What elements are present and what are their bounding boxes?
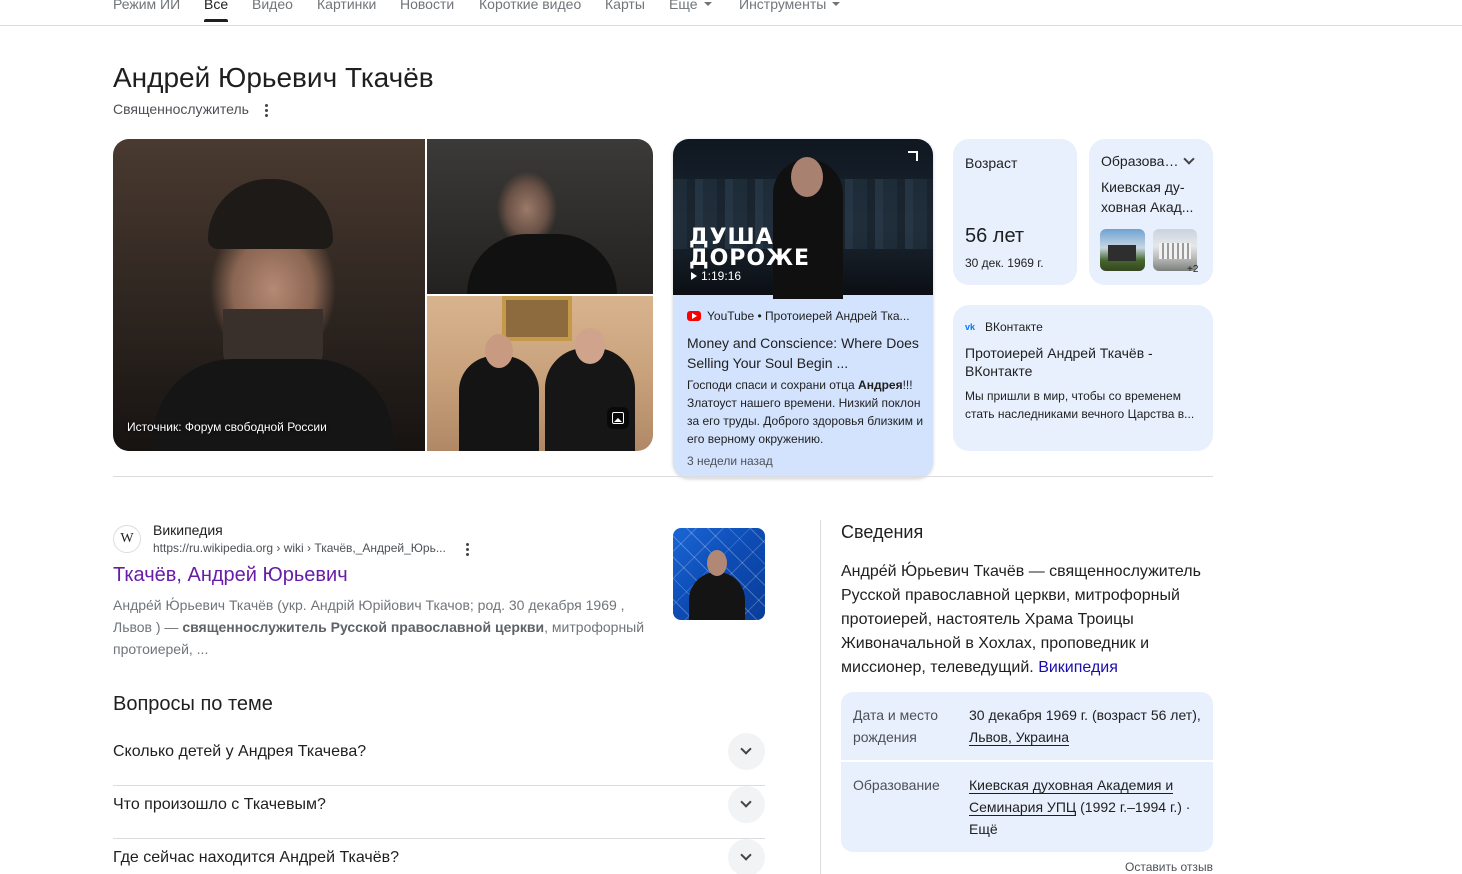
expand-icon[interactable] — [908, 151, 918, 161]
result-title-link[interactable]: Ткачёв, Андрей Юрьевич — [113, 564, 348, 587]
chevron-down-icon[interactable] — [1183, 153, 1195, 165]
tools-button[interactable]: Инструменты — [739, 0, 841, 12]
video-thumbnail-headline: ДУША ДОРОЖЕ — [689, 225, 811, 271]
expand-question-button[interactable] — [728, 839, 765, 874]
chevron-down-icon — [740, 796, 752, 808]
vk-source: vk ВКонтакте — [965, 320, 1043, 334]
caret-down-icon — [703, 2, 712, 6]
birthplace-link[interactable]: Львов, Украина — [969, 729, 1070, 746]
knowledge-panel-heading: Сведения — [841, 522, 924, 542]
image-gallery[interactable]: Источник: Форум свободной России — [113, 139, 653, 451]
vk-icon: vk — [965, 322, 976, 332]
video-thumbnail[interactable]: ДУША ДОРОЖЕ 1:19:16 — [673, 139, 933, 299]
divider — [113, 476, 1213, 477]
vk-title[interactable]: Протоиерей Андрей Ткачёв - ВКонтакте — [965, 344, 1201, 380]
education-thumbnail[interactable] — [1100, 229, 1145, 271]
fact-key-education: Образование — [853, 777, 940, 793]
more-images-count: +2 — [1187, 264, 1199, 275]
chevron-down-icon — [740, 849, 752, 861]
photo-top-right[interactable] — [427, 139, 653, 294]
tab-video[interactable]: Видео — [252, 0, 293, 12]
education-card[interactable]: Образование Киевская ду-ховная Акад... +… — [1089, 139, 1213, 285]
tab-ai-mode[interactable]: Режим ИИ — [113, 0, 180, 12]
knowledge-panel-description: Андре́й Ю́рьевич Ткачёв — священнослужит… — [841, 563, 1201, 676]
question-text: Где сейчас находится Андрей Ткачёв? — [113, 849, 400, 866]
main-photo[interactable]: Источник: Форум свободной России — [113, 139, 425, 451]
video-title[interactable]: Money and Conscience: Where Does Selling… — [687, 333, 923, 373]
vk-snippet: Мы пришли в мир, чтобы со временем стать… — [965, 389, 1195, 421]
expand-question-button[interactable] — [728, 786, 765, 823]
age-label: Возраст — [965, 155, 1018, 171]
video-duration: 1:19:16 — [691, 269, 741, 283]
entity-title: Андрей Юрьевич Ткачёв — [113, 62, 434, 93]
vk-card[interactable]: vk ВКонтакте Протоиерей Андрей Ткачёв - В… — [953, 305, 1213, 451]
age-value: 56 лет — [965, 225, 1025, 247]
tools-label: Инструменты — [739, 0, 827, 12]
result-snippet: Андре́й Ю́рьевич Ткачёв (укр. Андрій Юрі… — [113, 597, 645, 657]
result-thumbnail[interactable] — [673, 528, 765, 620]
tab-more-label: Еще — [669, 0, 698, 12]
wikipedia-icon: W — [113, 525, 141, 553]
related-questions-heading: Вопросы по теме — [113, 693, 273, 715]
more-options-icon[interactable] — [466, 543, 470, 557]
fact-value-birth: 30 декабря 1969 г. (возраст 56 лет), Льв… — [969, 707, 1201, 746]
video-card[interactable]: ДУША ДОРОЖЕ 1:19:16 YouTube • Протоиерей … — [673, 139, 933, 478]
expand-question-button[interactable] — [728, 733, 765, 770]
entity-subtitle: Священнослужитель — [113, 101, 249, 117]
wikipedia-link[interactable]: Википедия — [1038, 659, 1118, 676]
play-icon — [691, 272, 697, 280]
question-item[interactable]: Что произошло с Ткачевым? — [113, 786, 765, 839]
birth-date: 30 дек. 1969 г. — [965, 256, 1044, 270]
feedback-link[interactable]: Оставить отзыв — [1125, 860, 1213, 874]
question-text: Сколько детей у Андрея Ткачева? — [113, 743, 367, 760]
question-item[interactable]: Где сейчас находится Андрей Ткачёв? — [113, 839, 765, 874]
image-source-caption: Источник: Форум свободной России — [127, 420, 327, 434]
video-source: YouTube • Протоиерей Андрей Тка... — [687, 309, 921, 323]
education-value: Киевская ду-ховная Акад... — [1101, 179, 1194, 215]
result-url: https://ru.wikipedia.org › wiki › Ткачёв… — [153, 541, 446, 555]
search-tabs-bar: Режим ИИ Все Видео Картинки Новости Коро… — [0, 0, 1462, 26]
result-site-name: Википедия — [153, 522, 223, 538]
more-options-icon[interactable] — [265, 104, 269, 118]
image-gallery-icon[interactable] — [607, 407, 629, 429]
tab-images[interactable]: Картинки — [317, 0, 376, 12]
facts-table: Дата и место рождения 30 декабря 1969 г.… — [841, 692, 1213, 852]
tab-all[interactable]: Все — [204, 0, 229, 22]
fact-value-education: Киевская духовная Академия и Семинария У… — [969, 777, 1191, 837]
video-date: 3 недели назад — [687, 454, 773, 468]
age-card[interactable]: Возраст 56 лет 30 дек. 1969 г. — [953, 139, 1077, 285]
question-item[interactable]: Сколько детей у Андрея Ткачева? — [113, 733, 765, 786]
knowledge-panel-border — [820, 520, 821, 874]
tab-news[interactable]: Новости — [400, 0, 454, 12]
chevron-down-icon — [740, 743, 752, 755]
fact-key-birth: Дата и место рождения — [853, 707, 939, 745]
caret-down-icon — [832, 2, 841, 6]
tab-more[interactable]: Еще — [669, 0, 712, 12]
tab-maps[interactable]: Карты — [605, 0, 645, 12]
education-label: Образование — [1101, 153, 1179, 169]
youtube-icon — [687, 311, 701, 321]
video-snippet: Господи спаси и сохрани отца Андрея!!! З… — [687, 378, 924, 446]
question-text: Что произошло с Ткачевым? — [113, 796, 326, 813]
tab-short-videos[interactable]: Короткие видео — [479, 0, 581, 12]
